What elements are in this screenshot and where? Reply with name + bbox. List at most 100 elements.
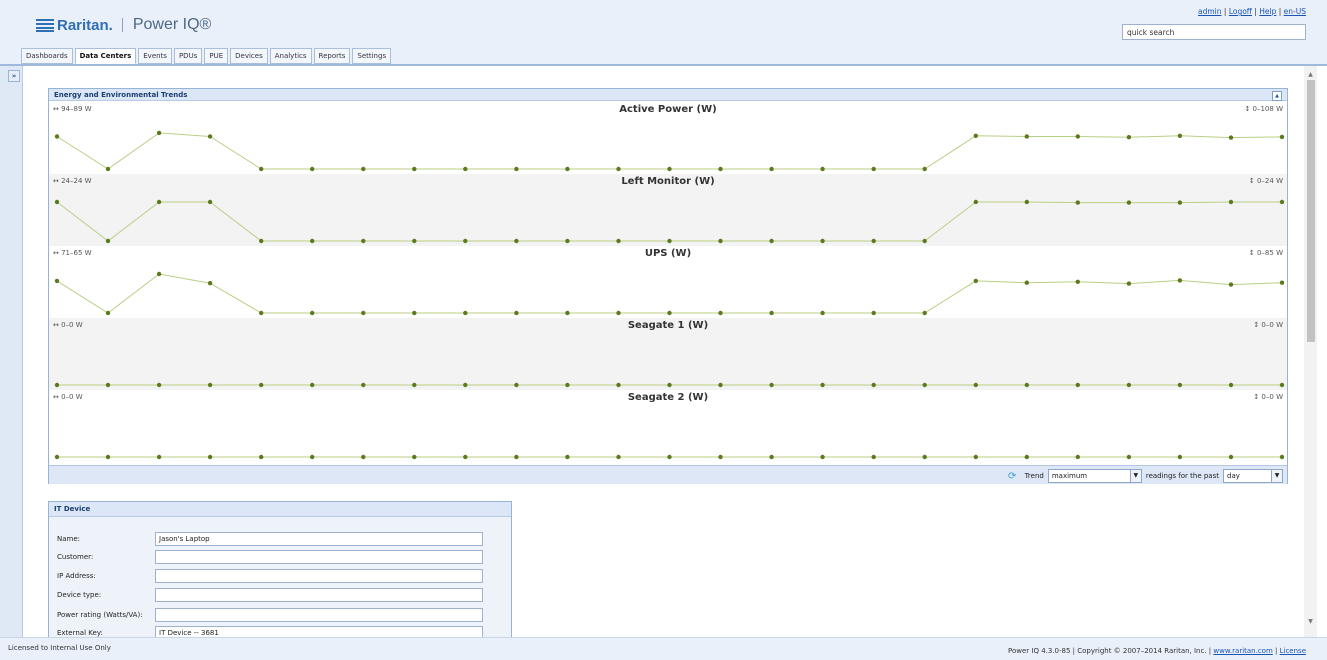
- data-point: [667, 382, 672, 388]
- data-point: [259, 382, 264, 388]
- data-point: [1075, 279, 1081, 284]
- data-point: [207, 382, 213, 388]
- value-range-label: ↕ 0–0 W: [1253, 321, 1283, 329]
- raritan-logo[interactable]: Raritan. Power IQ®: [36, 13, 211, 37]
- tab-devices[interactable]: Devices: [230, 48, 268, 64]
- data-point: [361, 382, 366, 388]
- it-device-panel: IT Device Name: Jason's Laptop Customer:…: [48, 501, 512, 641]
- data-point: [412, 166, 417, 172]
- readings-label: readings for the past: [1145, 472, 1219, 480]
- logoff-link[interactable]: Logoff: [1229, 7, 1252, 16]
- data-point: [1228, 454, 1234, 460]
- data-point: [1279, 454, 1285, 460]
- expand-sidebar-button[interactable]: »: [8, 70, 20, 82]
- data-point: [310, 166, 315, 172]
- data-point: [973, 454, 978, 460]
- form-row-power-rating: Power rating (Watts/VA):: [57, 608, 483, 622]
- panel-header: Energy and Environmental Trends ▲: [49, 89, 1287, 101]
- data-point: [310, 382, 315, 388]
- data-point: [616, 238, 621, 244]
- data-point: [54, 199, 60, 205]
- it-device-title: IT Device: [49, 502, 511, 517]
- tab-data-centers[interactable]: Data Centers: [74, 48, 137, 64]
- data-point: [259, 238, 264, 244]
- external-key-label: External Key:: [57, 629, 103, 637]
- vertical-scrollbar[interactable]: ▲ ▼: [1304, 66, 1317, 637]
- data-point: [565, 382, 570, 388]
- data-point: [922, 382, 927, 388]
- locale-link[interactable]: en-US: [1284, 7, 1306, 16]
- data-point: [514, 238, 519, 244]
- tab-pue[interactable]: PUE: [204, 48, 229, 64]
- device-type-field[interactable]: [155, 588, 483, 602]
- quick-search-input[interactable]: [1122, 24, 1306, 40]
- trend-select[interactable]: maximum ▼: [1047, 469, 1142, 483]
- data-point: [463, 310, 468, 316]
- copyright-footer: Power IQ 4.3.0-85 | Copyright © 2007–201…: [1008, 647, 1306, 655]
- scrollbar-thumb[interactable]: [1307, 80, 1315, 342]
- data-point: [718, 166, 723, 172]
- user-links: admin | Logoff | Help | en-US: [1198, 7, 1306, 16]
- data-point: [156, 454, 162, 460]
- data-point: [259, 454, 264, 460]
- data-point: [514, 166, 519, 172]
- tab-dashboards[interactable]: Dashboards: [21, 48, 73, 64]
- form-row-ip: IP Address:: [57, 569, 483, 583]
- data-point: [616, 310, 621, 316]
- data-point: [207, 134, 213, 139]
- value-range-label: ↕ 0–85 W: [1248, 249, 1283, 257]
- tab-reports[interactable]: Reports: [313, 48, 351, 64]
- data-point: [1228, 199, 1234, 205]
- data-point: [361, 166, 366, 172]
- data-point: [54, 382, 60, 388]
- license-link[interactable]: License: [1280, 647, 1306, 655]
- data-point: [769, 382, 774, 388]
- period-select-value: day: [1227, 472, 1240, 480]
- series-line: [56, 273, 1283, 314]
- tab-settings[interactable]: Settings: [352, 48, 392, 64]
- scroll-up-icon[interactable]: ▲: [1304, 70, 1317, 80]
- data-point: [1279, 382, 1285, 388]
- data-point: [718, 382, 723, 388]
- data-point: [361, 310, 366, 316]
- user-link[interactable]: admin: [1198, 7, 1222, 16]
- left-sidebar: [0, 66, 23, 637]
- data-point: [1126, 200, 1132, 205]
- data-point: [871, 238, 876, 244]
- data-point: [820, 166, 825, 172]
- data-point: [1177, 200, 1183, 205]
- data-point: [1228, 282, 1234, 287]
- data-point: [769, 238, 774, 244]
- collapse-panel-button[interactable]: ▲: [1272, 91, 1282, 101]
- data-point: [105, 454, 111, 460]
- scroll-down-icon[interactable]: ▼: [1304, 617, 1317, 627]
- data-point: [259, 166, 264, 172]
- data-point: [1279, 199, 1285, 205]
- period-select[interactable]: day ▼: [1223, 469, 1283, 483]
- refresh-icon[interactable]: ⟳: [1007, 471, 1018, 482]
- data-point: [922, 310, 927, 316]
- chart-title: Seagate 1 (W): [627, 320, 709, 331]
- data-point: [514, 310, 519, 316]
- data-point: [616, 166, 621, 172]
- data-point: [54, 134, 60, 139]
- data-point: [156, 199, 162, 205]
- chart-active-power-w: ↔ 94–89 W Active Power (W) ↕ 0–108 W: [49, 102, 1287, 174]
- help-link[interactable]: Help: [1259, 7, 1276, 16]
- data-point: [105, 166, 111, 172]
- tab-pdus[interactable]: PDUs: [173, 48, 203, 64]
- raritan-website-link[interactable]: www.raritan.com: [1213, 647, 1272, 655]
- customer-field[interactable]: [155, 550, 483, 564]
- power-rating-field[interactable]: [155, 608, 483, 622]
- data-point: [667, 454, 672, 460]
- tab-analytics[interactable]: Analytics: [269, 48, 312, 64]
- data-point: [463, 166, 468, 172]
- device-type-label: Device type:: [57, 591, 102, 599]
- data-point: [565, 454, 570, 460]
- ip-address-field[interactable]: [155, 569, 483, 583]
- tab-events[interactable]: Events: [138, 48, 172, 64]
- data-point: [667, 238, 672, 244]
- data-point: [463, 382, 468, 388]
- data-point: [207, 199, 213, 205]
- name-field[interactable]: Jason's Laptop: [155, 532, 483, 546]
